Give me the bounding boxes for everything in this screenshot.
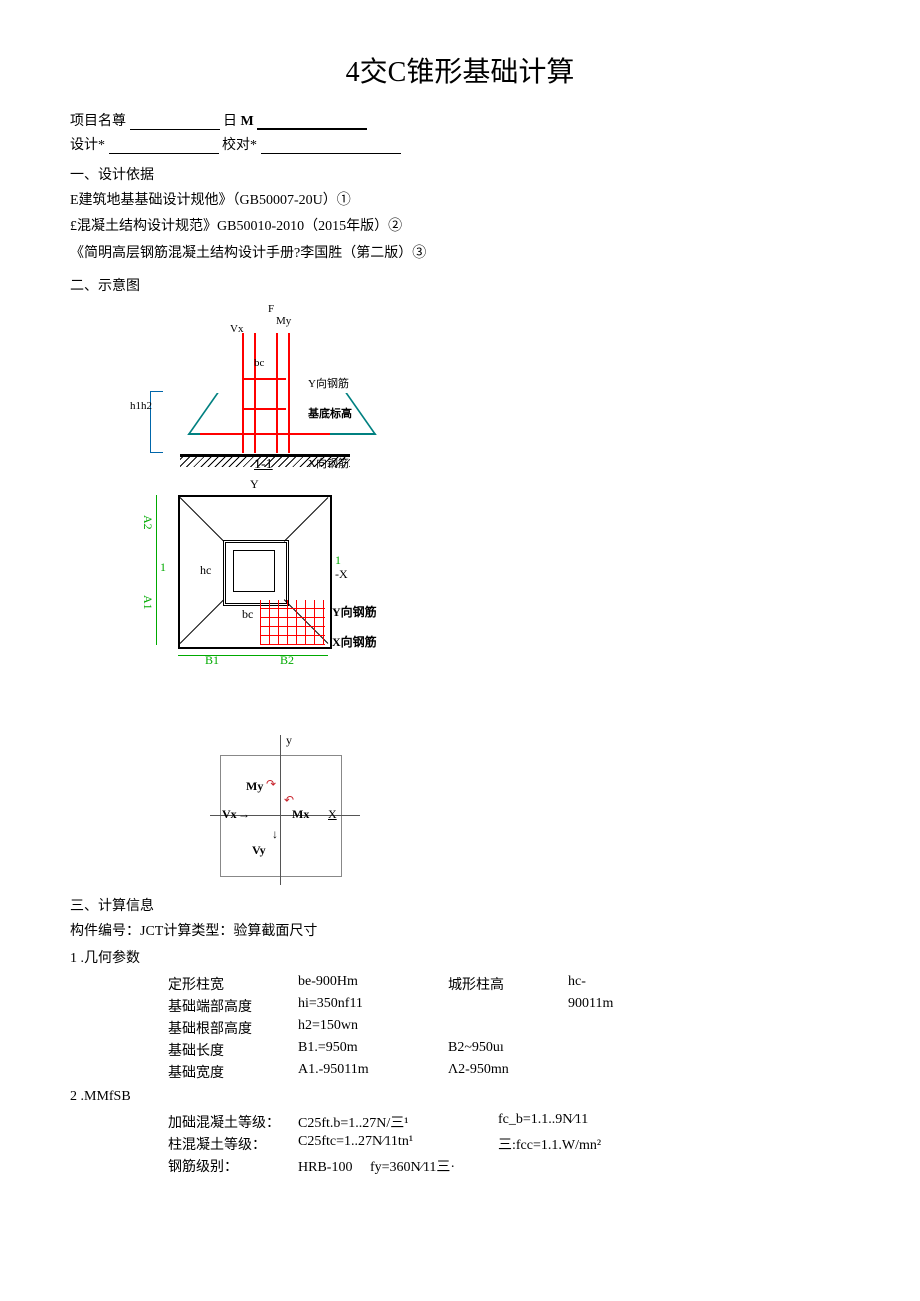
diagram-section-1-1: F My Vx bc Y向钢筋 基底标高 1-1 X向钢筋 h1h2 Y A2 … [130,305,850,885]
lbl-bc: bc [254,357,264,369]
lbl-yrebar2: Y向钢筋 [332,603,377,620]
lbl-h1h2: h1h2 [130,400,152,412]
m2-r: 三:fcc=1.1.W/mn² [498,1134,678,1154]
geom-params: 定形柱宽 be-900Hm 城形柱高 hc- 基础端部高度 hi=350nf11… [168,974,850,1082]
diagram-plan: Y A2 1 hc 1 -X A1 bc Y向钢筋 X向钢筋 B1 B2 [130,485,380,705]
g1-l2: 城形柱高 [448,974,568,994]
geom-row-2: 基础端部高度 hi=350nf11 90011m [168,996,850,1016]
lbl-My: My [276,315,291,327]
lbl-one-a: 1 [160,560,166,575]
geom-row-5: 基础宽度 A1.-95011m Λ2-950mn [168,1062,850,1082]
lbl-section: 1-1 [254,457,273,473]
curve-my: ↷ [266,777,276,792]
mat-row-2: 柱混凝土等级： C25ftc=1..27N⁄11tn¹ 三:fcc=1.1.W/… [168,1134,850,1154]
g5-v1: A1.-95011m [298,1062,448,1082]
g3-v1: h2=150wn [298,1018,448,1038]
arrow-vy: ↓ [272,827,278,842]
lbl-hc: hc [200,563,211,578]
design-blank [109,138,219,154]
lbl-My2: My [246,779,263,794]
check-blank [261,138,401,154]
g5-l1: 基础宽度 [168,1062,298,1082]
g1-v2: hc- [568,974,698,994]
date-blank [257,113,367,130]
mat-row-3: 钢筋级别： HRB-100 fy=360N⁄11三· [168,1156,850,1176]
m1-m: C25ft.b=1..27N/三¹ [298,1112,498,1132]
lbl-y-axis: y [286,733,292,748]
design-label: 设计* [70,138,105,153]
lbl-A2: A2 [140,515,155,530]
curve-mx: ↶ [284,793,294,808]
g2-l2 [448,996,568,1016]
lbl-A1: A1 [140,595,155,610]
component-line: 构件编号：JCT计算类型：验算截面尺寸 [70,921,850,943]
mat-params: 加础混凝土等级： C25ft.b=1..27N/三¹ fc_b=1.1..9N⁄… [168,1112,850,1176]
design-line: 设计* 校对* [70,134,850,154]
m3-m: HRB-100 fy=360N⁄11三· [298,1156,498,1176]
sec3-heading: 三、计算信息 [70,895,850,915]
lbl-Vx: Vx [230,323,243,335]
m2-m: C25ftc=1..27N⁄11tn¹ [298,1134,498,1154]
m1-r: fc_b=1.1..9N⁄11 [498,1112,678,1132]
m1-l: 加础混凝土等级： [168,1112,298,1132]
lbl-Y: Y [250,477,259,492]
g2-v2: 90011m [568,996,698,1016]
lbl-base-el: 基底标高 [308,405,352,421]
lbl-F: F [268,303,274,315]
sec2-heading: 二、示意图 [70,275,850,295]
diagram-axes: y My ↷ Vx → Mx ↶ X Vy ↓ [210,735,360,885]
sub1-title: .几何参数 [81,951,141,966]
sub1-num: 1 [70,951,77,966]
date-label: 日 [223,114,237,129]
basis-line-3: 《简明高层钢筋混凝土结构设计手册?李国胜（第二版）③ [70,243,850,265]
lbl-Vx2: Vx [222,807,237,822]
geom-row-3: 基础根部高度 h2=150wn [168,1018,850,1038]
g4-v1: B1.=950m [298,1040,448,1060]
sub2: 2 .MMfSB [70,1086,850,1108]
m3-l: 钢筋级别： [168,1156,298,1176]
page-title: 4交C锥形基础计算 [70,50,850,90]
date-m: M [241,114,254,129]
proj-blank [130,114,220,130]
g5-l2: Λ2-950mn [448,1062,568,1082]
proj-label: 项目名尊 [70,114,126,129]
g2-v1: hi=350nf11 [298,996,448,1016]
sec1-heading: 一、设计依据 [70,164,850,184]
basis-line-1: E建筑地基基础设计规他》（GB50007-20U）① [70,190,850,212]
lbl-one-b: 1 [335,553,341,568]
m2-l: 柱混凝土等级： [168,1134,298,1154]
lbl-yrebar: Y向钢筋 [308,375,349,391]
g1-v1: be-900Hm [298,974,448,994]
geom-row-1: 定形柱宽 be-900Hm 城形柱高 hc- [168,974,850,994]
geom-row-4: 基础长度 B1.=950m B2~950uı [168,1040,850,1060]
check-label: 校对* [222,138,257,153]
lbl-bc2: bc [242,607,253,622]
sub2-num: 2 [70,1089,77,1104]
lbl-Mx: Mx [292,807,309,822]
g3-l1: 基础根部高度 [168,1018,298,1038]
lbl-X-axis: X [328,807,337,822]
arrow-vx: → [238,807,250,822]
g4-l1: 基础长度 [168,1040,298,1060]
lbl-xrebar: X向钢筋 [308,455,349,471]
mat-row-1: 加础混凝土等级： C25ft.b=1..27N/三¹ fc_b=1.1..9N⁄… [168,1112,850,1132]
lbl-X: -X [335,567,348,582]
g4-l2: B2~950uı [448,1040,568,1060]
g2-l1: 基础端部高度 [168,996,298,1016]
project-line: 项目名尊 日 M [70,110,850,130]
basis-line-2: £混凝土结构设计规范》GB50010-2010（2015年版）② [70,216,850,238]
sub2-title: .MMfSB [81,1089,131,1104]
lbl-xrebar2: X向钢筋 [332,633,377,650]
lbl-Vy: Vy [252,843,266,858]
sub1: 1 .几何参数 [70,948,850,970]
g1-l1: 定形柱宽 [168,974,298,994]
